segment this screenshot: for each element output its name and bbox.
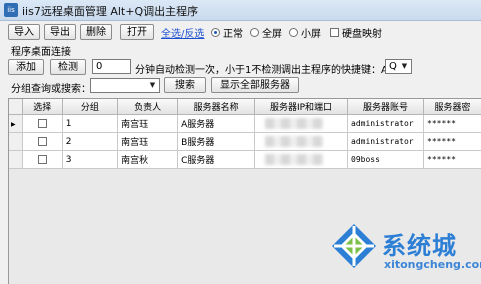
- radio-small[interactable]: [289, 28, 298, 37]
- delete-button[interactable]: 删除: [80, 24, 112, 40]
- column-header-password[interactable]: 服务器密: [423, 99, 481, 115]
- cell-group: 3: [62, 150, 119, 169]
- section-label: 程序桌面连接: [11, 47, 71, 58]
- row-selector[interactable]: [9, 150, 23, 169]
- cell-ip-redacted: [254, 150, 348, 169]
- show-all-button[interactable]: 显示全部服务器: [211, 77, 299, 93]
- chevron-down-icon: ▼: [149, 81, 156, 89]
- radio-fullscreen-label: 全屏: [262, 29, 282, 40]
- app-icon: iis: [4, 3, 18, 17]
- search-label: 分组查询或搜索：: [11, 84, 91, 95]
- cell-server-name: C服务器: [177, 150, 256, 169]
- search-input[interactable]: ▼: [90, 78, 160, 93]
- row-selector-current[interactable]: [9, 114, 23, 133]
- cell-password: ******: [423, 114, 481, 133]
- window-title: iis7远程桌面管理 Alt+Q调出主程序: [22, 5, 199, 18]
- column-header-owner[interactable]: 负责人: [117, 99, 179, 115]
- redaction-blur: [265, 136, 324, 147]
- column-header-select[interactable]: 选择: [22, 99, 63, 115]
- title-bar: iis iis7远程桌面管理 Alt+Q调出主程序: [0, 0, 481, 21]
- hotkey-select[interactable]: Q ▼: [385, 59, 412, 74]
- watermark-url: xitongcheng.com: [384, 258, 481, 271]
- radio-small-label: 小屏: [301, 29, 321, 40]
- interval-input[interactable]: 0: [92, 59, 131, 74]
- watermark-name: 系统城: [382, 232, 457, 260]
- row-checkbox[interactable]: [22, 114, 63, 133]
- column-header-server-name[interactable]: 服务器名称: [177, 99, 256, 115]
- row-checkbox[interactable]: [22, 150, 63, 169]
- cell-account: 09boss: [347, 150, 425, 169]
- cell-group: 2: [62, 132, 119, 151]
- radio-normal-label: 正常: [223, 29, 243, 40]
- checkbox-box[interactable]: [37, 118, 47, 128]
- cell-owner: 南宫珏: [117, 114, 179, 133]
- cell-account: administrator: [347, 114, 425, 133]
- checkbox-box[interactable]: [37, 136, 47, 146]
- interval-text: 分钟自动检测一次，小于1不检测: [135, 65, 282, 76]
- row-selector[interactable]: [9, 132, 23, 151]
- export-button[interactable]: 导出: [44, 24, 76, 40]
- cell-ip-redacted: [254, 132, 348, 151]
- disk-mapping-label: 硬盘映射: [342, 29, 382, 40]
- table-row[interactable]: 3 南宫秋 C服务器 09boss ******: [9, 150, 481, 169]
- cell-ip-redacted: [254, 114, 348, 133]
- check-button[interactable]: 检测: [50, 59, 86, 75]
- search-button[interactable]: 搜索: [164, 77, 206, 93]
- disk-mapping-checkbox[interactable]: [330, 28, 339, 37]
- open-button[interactable]: 打开: [120, 24, 154, 40]
- watermark-logo-icon: [332, 224, 376, 268]
- redaction-blur: [265, 154, 324, 165]
- cell-owner: 南宫珏: [117, 132, 179, 151]
- import-button[interactable]: 导入: [8, 24, 40, 40]
- table-row[interactable]: 1 南宫珏 A服务器 administrator ******: [9, 114, 481, 133]
- row-checkbox[interactable]: [22, 132, 63, 151]
- column-header-group[interactable]: 分组: [62, 99, 119, 115]
- redaction-blur: [265, 118, 324, 129]
- cell-group: 1: [62, 114, 119, 133]
- radio-normal[interactable]: [211, 28, 220, 37]
- hotkey-value: Q: [389, 61, 397, 72]
- server-table: 选择 分组 负责人 服务器名称 服务器IP和端口 服务器账号 服务器密 1 南宫…: [9, 99, 481, 169]
- radio-fullscreen[interactable]: [250, 28, 259, 37]
- cell-server-name: B服务器: [177, 132, 256, 151]
- row-header-corner: [9, 99, 23, 115]
- column-header-ip-port[interactable]: 服务器IP和端口: [254, 99, 348, 115]
- cell-owner: 南宫秋: [117, 150, 179, 169]
- add-button[interactable]: 添加: [8, 59, 44, 75]
- column-header-account[interactable]: 服务器账号: [347, 99, 425, 115]
- select-all-link[interactable]: 全选/反选: [161, 25, 204, 40]
- table-row[interactable]: 2 南宫珏 B服务器 administrator ******: [9, 132, 481, 151]
- cell-account: administrator: [347, 132, 425, 151]
- cell-password: ******: [423, 150, 481, 169]
- checkbox-box[interactable]: [37, 154, 47, 164]
- chevron-down-icon: ▼: [401, 62, 408, 70]
- cell-password: ******: [423, 132, 481, 151]
- cell-server-name: A服务器: [177, 114, 256, 133]
